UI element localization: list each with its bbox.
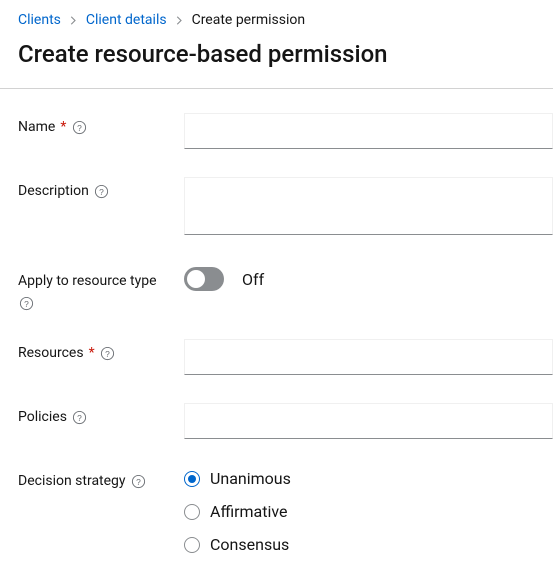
label-resources: Resources * ? xyxy=(18,339,184,361)
help-icon[interactable]: ? xyxy=(71,119,87,135)
chevron-right-icon xyxy=(69,16,78,25)
radio-button-icon xyxy=(184,504,200,520)
page-title: Create resource-based permission xyxy=(0,36,553,88)
required-mark: * xyxy=(60,120,66,134)
label-decision-strategy: Decision strategy ? xyxy=(18,467,184,489)
decision-strategy-radio-group: Unanimous Affirmative Consensus xyxy=(184,467,553,554)
breadcrumb-client-details[interactable]: Client details xyxy=(86,12,167,28)
breadcrumb-clients[interactable]: Clients xyxy=(18,12,61,28)
form: Name * ? Description ? Apply to resource… xyxy=(0,89,553,554)
help-icon[interactable]: ? xyxy=(72,409,88,425)
svg-text:?: ? xyxy=(105,348,110,358)
svg-text:?: ? xyxy=(136,476,141,486)
row-policies: Policies ? xyxy=(18,403,553,439)
toggle-state-label: Off xyxy=(242,270,264,289)
help-icon[interactable]: ? xyxy=(100,345,116,361)
label-decision-strategy-text: Decision strategy xyxy=(18,473,126,489)
radio-label: Affirmative xyxy=(210,502,288,521)
radio-label: Consensus xyxy=(210,535,289,554)
svg-text:?: ? xyxy=(100,186,105,196)
breadcrumb: Clients Client details Create permission xyxy=(0,0,553,36)
help-icon[interactable]: ? xyxy=(18,295,34,311)
label-name: Name * ? xyxy=(18,113,184,135)
svg-text:?: ? xyxy=(24,298,29,308)
label-apply-to-resource-type: Apply to resource type ? xyxy=(18,267,184,311)
label-apply-to-resource-type-text: Apply to resource type xyxy=(18,273,157,289)
help-icon[interactable]: ? xyxy=(94,183,110,199)
row-resources: Resources * ? xyxy=(18,339,553,375)
radio-affirmative[interactable]: Affirmative xyxy=(184,502,553,521)
label-policies: Policies ? xyxy=(18,403,184,425)
resources-input[interactable] xyxy=(184,339,553,375)
required-mark: * xyxy=(89,346,95,360)
svg-text:?: ? xyxy=(78,412,83,422)
row-description: Description ? xyxy=(18,177,553,239)
radio-unanimous[interactable]: Unanimous xyxy=(184,469,553,488)
help-icon[interactable]: ? xyxy=(131,473,147,489)
radio-button-icon xyxy=(184,537,200,553)
description-input[interactable] xyxy=(184,177,553,235)
label-name-text: Name xyxy=(18,119,55,135)
breadcrumb-current: Create permission xyxy=(192,12,306,28)
row-apply-to-resource-type: Apply to resource type ? Off xyxy=(18,267,553,311)
policies-input[interactable] xyxy=(184,403,553,439)
label-description: Description ? xyxy=(18,177,184,199)
radio-button-icon xyxy=(184,471,200,487)
svg-text:?: ? xyxy=(77,122,82,132)
toggle-knob xyxy=(187,270,205,288)
row-name: Name * ? xyxy=(18,113,553,149)
label-resources-text: Resources xyxy=(18,345,84,361)
label-policies-text: Policies xyxy=(18,409,67,425)
name-input[interactable] xyxy=(184,113,553,149)
radio-consensus[interactable]: Consensus xyxy=(184,535,553,554)
apply-to-resource-type-toggle[interactable] xyxy=(184,267,224,291)
radio-label: Unanimous xyxy=(210,469,291,488)
label-description-text: Description xyxy=(18,183,89,199)
chevron-right-icon xyxy=(175,16,184,25)
row-decision-strategy: Decision strategy ? Unanimous Affirmativ… xyxy=(18,467,553,554)
